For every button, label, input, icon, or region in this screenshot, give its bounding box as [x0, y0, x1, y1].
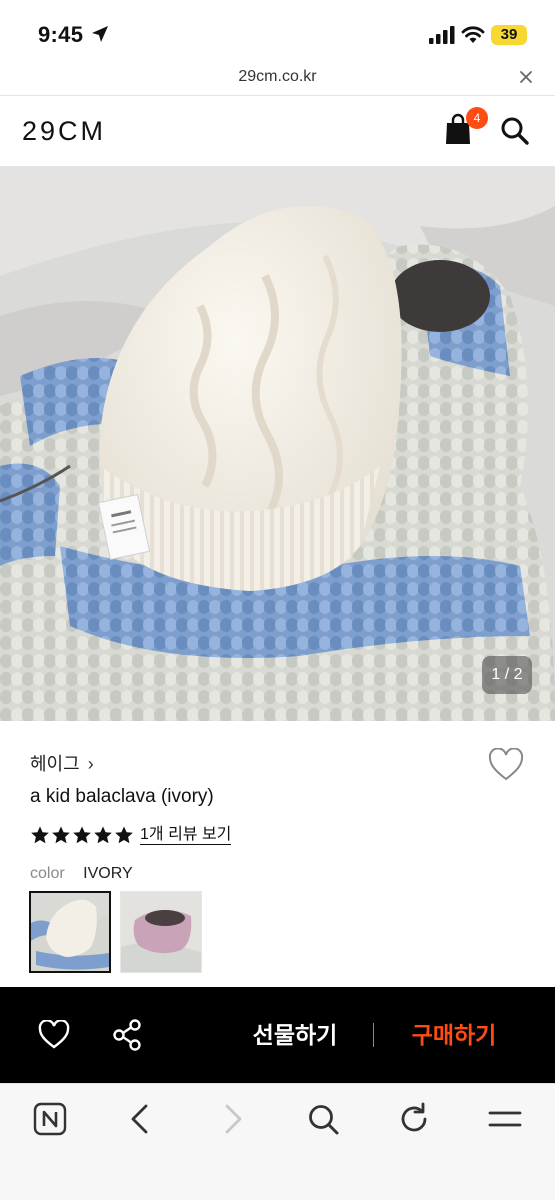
color-row: color IVORY: [30, 865, 133, 883]
chevron-right-icon: ›: [87, 754, 94, 774]
product-photo: [0, 166, 555, 721]
image-counter: 1 / 2: [482, 656, 532, 694]
share-icon[interactable]: [112, 1019, 142, 1051]
url-text[interactable]: 29cm.co.kr: [0, 68, 555, 86]
swatch-thumbnail: [31, 893, 109, 971]
browser-toolbar: [0, 1083, 555, 1200]
purchase-action-bar: 선물하기 구매하기: [0, 987, 555, 1083]
rating-row: 1개 리뷰 보기: [30, 824, 232, 846]
location-arrow-icon: [92, 26, 108, 42]
naver-icon[interactable]: [33, 1102, 67, 1136]
search-icon[interactable]: [500, 116, 530, 146]
forward-icon: [225, 1104, 242, 1134]
swatch-thumbnail: [121, 892, 201, 972]
color-value: IVORY: [83, 865, 133, 882]
signal-icon: [429, 26, 455, 44]
star-icon: [73, 826, 91, 844]
brand-name[interactable]: 헤이그: [30, 754, 80, 774]
back-icon[interactable]: [124, 1102, 158, 1136]
url-bar[interactable]: 29cm.co.kr: [0, 62, 555, 96]
reload-icon[interactable]: [397, 1102, 431, 1136]
color-swatch-ivory[interactable]: [29, 891, 111, 973]
wifi-icon: [461, 26, 485, 43]
status-time: 9:45: [38, 22, 84, 47]
buy-button[interactable]: 구매하기: [395, 1017, 513, 1053]
product-image[interactable]: 1 / 2: [0, 166, 555, 721]
brand-link[interactable]: 헤이그 ›: [30, 750, 94, 776]
star-icon: [115, 826, 133, 844]
star-icon: [31, 826, 49, 844]
status-bar: 9:45 39: [0, 0, 555, 62]
heart-icon[interactable]: [488, 748, 524, 782]
star-icon: [52, 826, 70, 844]
close-icon[interactable]: [517, 68, 535, 86]
battery-indicator: 39: [491, 25, 527, 45]
product-name: a kid balaclava (ivory): [30, 786, 214, 807]
color-swatch-pink[interactable]: [120, 891, 202, 973]
color-label: color: [30, 865, 65, 882]
review-link[interactable]: 1개 리뷰 보기: [140, 826, 232, 845]
site-logo[interactable]: 29CM: [22, 116, 106, 147]
heart-icon[interactable]: [38, 1020, 70, 1050]
menu-icon[interactable]: [488, 1102, 522, 1136]
star-icon: [94, 826, 112, 844]
search-icon[interactable]: [306, 1102, 340, 1136]
cart-count-badge: 4: [466, 107, 488, 129]
gift-button[interactable]: 선물하기: [236, 1017, 354, 1053]
action-divider: [373, 1023, 374, 1047]
star-rating: [30, 825, 134, 845]
